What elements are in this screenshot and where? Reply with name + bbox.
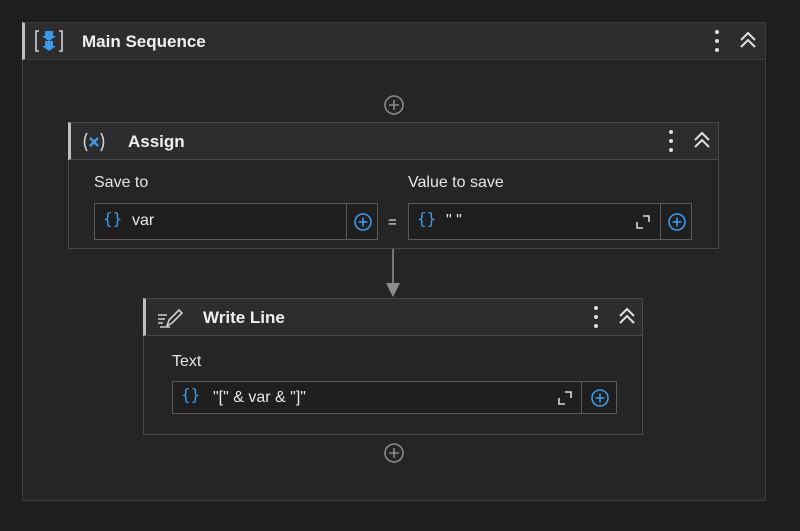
plus-circle-icon <box>668 213 686 231</box>
value-to-save-add-button[interactable] <box>660 203 692 240</box>
main-sequence-title: Main Sequence <box>82 32 206 51</box>
expand-editor-icon[interactable] <box>635 214 651 230</box>
write-line-title: Write Line <box>203 308 285 327</box>
save-to-field[interactable]: {} var <box>94 203 347 240</box>
write-line-header[interactable]: Write Line <box>143 298 643 336</box>
write-line-more-icon[interactable] <box>594 306 598 328</box>
text-label: Text <box>172 353 202 370</box>
save-to-add-button[interactable] <box>346 203 378 240</box>
text-field[interactable]: {} "[" & var & "]" <box>172 381 582 414</box>
main-sequence-header[interactable]: Main Sequence <box>22 22 766 60</box>
value-to-save-label: Value to save <box>408 174 504 191</box>
assign-icon <box>83 132 105 152</box>
value-to-save-value: " " <box>446 212 462 229</box>
plus-circle-icon <box>354 213 372 231</box>
add-activity-bottom-button[interactable] <box>383 442 405 464</box>
assign-title: Assign <box>128 132 185 151</box>
save-to-label: Save to <box>94 174 149 191</box>
expression-brace-icon: {} <box>417 209 437 228</box>
expand-editor-icon[interactable] <box>557 390 573 406</box>
text-value: "[" & var & "]" <box>213 389 306 406</box>
assign-header[interactable]: Assign <box>68 122 719 160</box>
main-sequence-more-icon[interactable] <box>715 30 719 52</box>
sequence-icon <box>35 30 63 52</box>
write-line-icon <box>158 308 184 328</box>
assign-more-icon[interactable] <box>669 130 673 152</box>
main-sequence-collapse-icon[interactable] <box>739 31 757 49</box>
assign-collapse-icon[interactable] <box>693 131 711 149</box>
add-activity-top-button[interactable] <box>383 94 405 116</box>
save-to-value: var <box>132 212 155 229</box>
text-add-button[interactable] <box>581 381 617 414</box>
connector-arrow-icon <box>386 249 400 297</box>
value-to-save-field[interactable]: {} " " <box>408 203 661 240</box>
plus-circle-icon <box>591 389 609 407</box>
write-line-collapse-icon[interactable] <box>618 307 636 325</box>
expression-brace-icon: {} <box>181 385 201 404</box>
equals-sign: = <box>388 214 397 231</box>
expression-brace-icon: {} <box>103 209 123 228</box>
